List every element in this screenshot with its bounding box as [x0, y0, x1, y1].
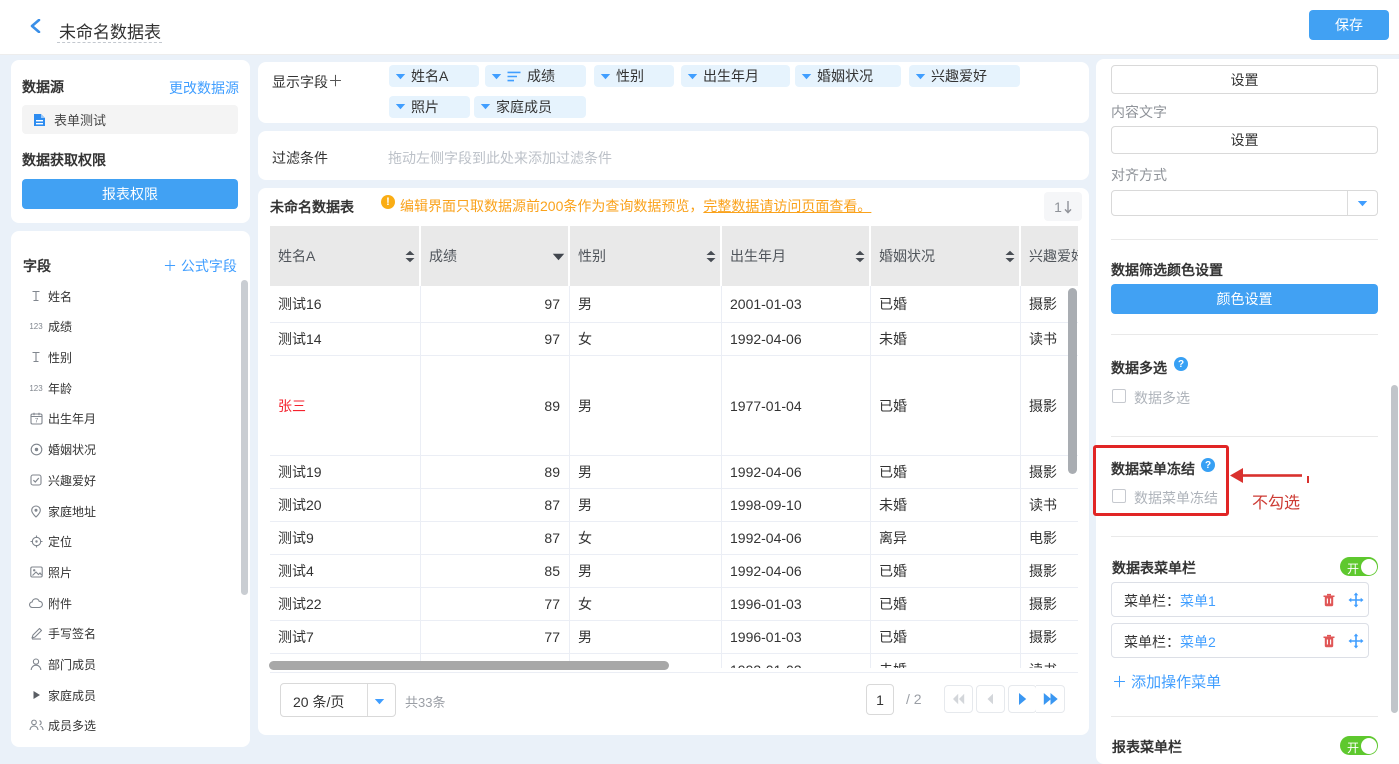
svg-text:7: 7 [34, 417, 38, 424]
